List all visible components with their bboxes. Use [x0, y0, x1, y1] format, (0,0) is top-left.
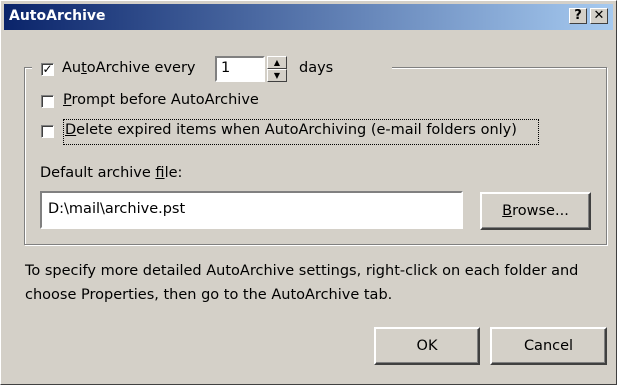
autoarchive-checkbox[interactable]: ✓ — [41, 63, 54, 76]
days-label: days — [299, 60, 334, 76]
spin-down-button[interactable]: ▼ — [267, 69, 287, 82]
info-text: To specify more detailed AutoArchive set… — [25, 263, 579, 303]
autoarchive-label: AutoArchive every — [62, 60, 196, 76]
help-button[interactable]: ? — [569, 8, 587, 24]
cancel-button[interactable]: Cancel — [490, 327, 607, 365]
prompt-label: Prompt before AutoArchive — [63, 92, 259, 108]
delete-expired-checkbox[interactable] — [41, 125, 54, 138]
close-button[interactable]: ✕ — [590, 8, 608, 24]
archive-file-input[interactable]: D:\mail\archive.pst — [40, 191, 463, 229]
title-bar[interactable]: AutoArchive ? ✕ — [4, 4, 613, 30]
archive-file-label: Default archive file: — [40, 165, 183, 181]
ok-button[interactable]: OK — [374, 327, 480, 365]
prompt-checkbox[interactable] — [41, 95, 54, 108]
days-input[interactable]: 1 — [215, 56, 265, 82]
browse-button[interactable]: Browse... — [480, 192, 591, 230]
dialog-title: AutoArchive — [9, 8, 106, 24]
spin-up-button[interactable]: ▲ — [267, 56, 287, 69]
delete-expired-label: Delete expired items when AutoArchiving … — [65, 122, 517, 138]
